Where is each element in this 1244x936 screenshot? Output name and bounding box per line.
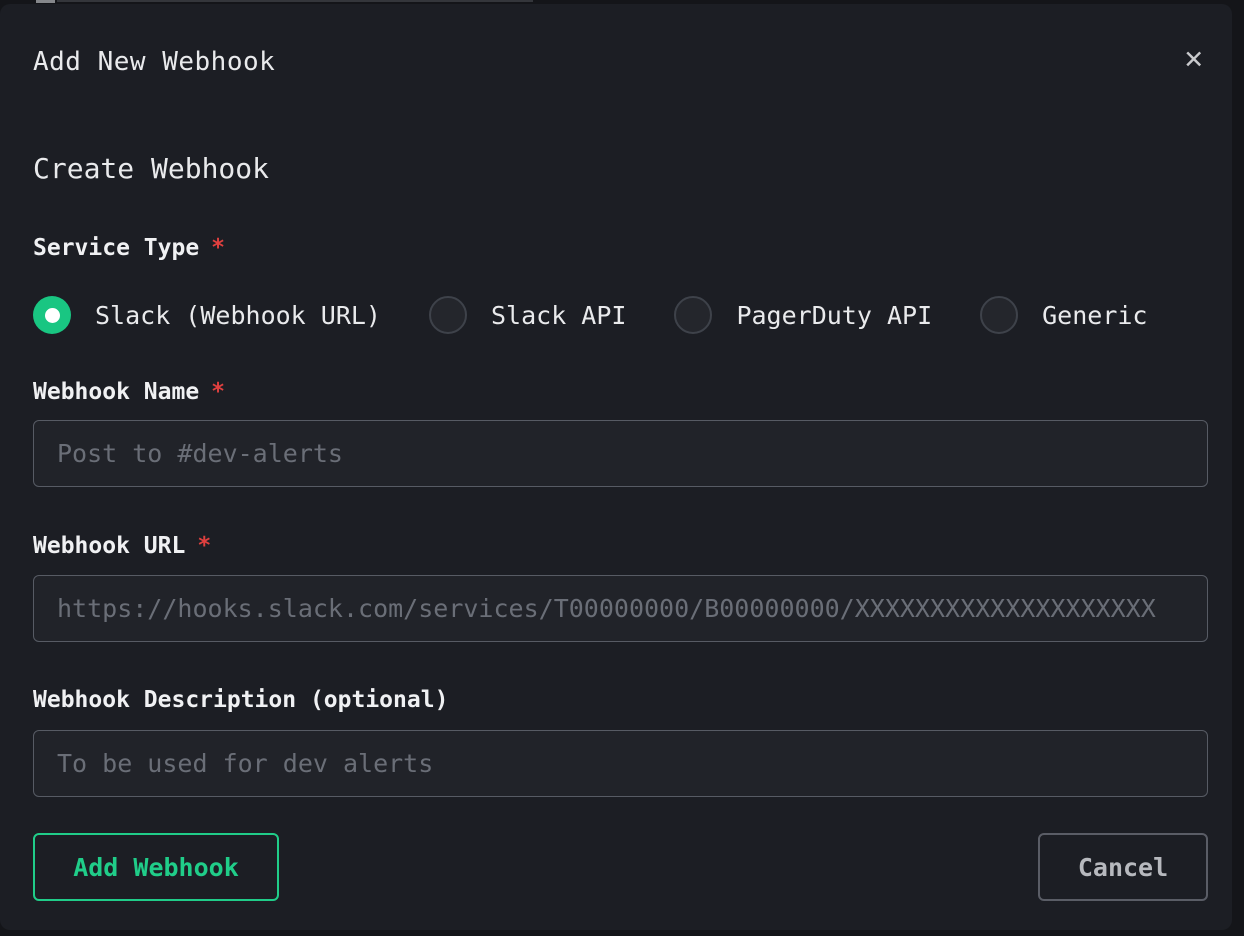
webhook-description-label-text: Webhook Description (optional) xyxy=(33,687,448,713)
section-heading: Create Webhook xyxy=(33,152,1208,186)
add-webhook-button[interactable]: Add Webhook xyxy=(33,833,279,901)
webhook-url-label: Webhook URL * xyxy=(33,532,1208,560)
required-asterisk: * xyxy=(211,379,225,405)
required-asterisk: * xyxy=(197,533,211,559)
modal-title: Add New Webhook xyxy=(33,44,275,80)
service-type-label-text: Service Type xyxy=(33,235,199,261)
service-type-label: Service Type * xyxy=(33,234,1208,262)
webhook-url-label-text: Webhook URL xyxy=(33,533,185,559)
radio-unselected-icon[interactable] xyxy=(429,296,467,334)
radio-generic[interactable]: Generic xyxy=(980,296,1147,334)
radio-label[interactable]: Slack API xyxy=(491,301,626,330)
radio-label[interactable]: Slack (Webhook URL) xyxy=(95,301,381,330)
underlying-page-sliver-dim xyxy=(57,0,533,2)
webhook-url-input[interactable] xyxy=(33,575,1208,642)
radio-selected-icon[interactable] xyxy=(33,296,71,334)
modal-footer: Add Webhook Cancel xyxy=(33,833,1208,901)
webhook-description-label: Webhook Description (optional) xyxy=(33,686,1208,714)
radio-dot xyxy=(45,308,60,323)
required-asterisk: * xyxy=(211,235,225,261)
radio-label[interactable]: PagerDuty API xyxy=(736,301,932,330)
add-webhook-modal: Add New Webhook ✕ Create Webhook Service… xyxy=(0,4,1232,930)
radio-slack-webhook-url[interactable]: Slack (Webhook URL) xyxy=(33,296,381,334)
radio-pagerduty-api[interactable]: PagerDuty API xyxy=(674,296,932,334)
cancel-button[interactable]: Cancel xyxy=(1038,833,1208,901)
webhook-name-label: Webhook Name * xyxy=(33,378,1208,406)
service-type-radio-group: Slack (Webhook URL) Slack API PagerDuty … xyxy=(33,296,1208,334)
webhook-description-input[interactable] xyxy=(33,730,1208,797)
webhook-name-label-text: Webhook Name xyxy=(33,379,199,405)
radio-unselected-icon[interactable] xyxy=(980,296,1018,334)
underlying-page-sliver-bright xyxy=(36,0,55,3)
radio-label[interactable]: Generic xyxy=(1042,301,1147,330)
modal-header: Add New Webhook ✕ xyxy=(33,44,1208,80)
radio-unselected-icon[interactable] xyxy=(674,296,712,334)
close-icon[interactable]: ✕ xyxy=(1182,42,1205,74)
radio-slack-api[interactable]: Slack API xyxy=(429,296,626,334)
webhook-name-input[interactable] xyxy=(33,420,1208,487)
